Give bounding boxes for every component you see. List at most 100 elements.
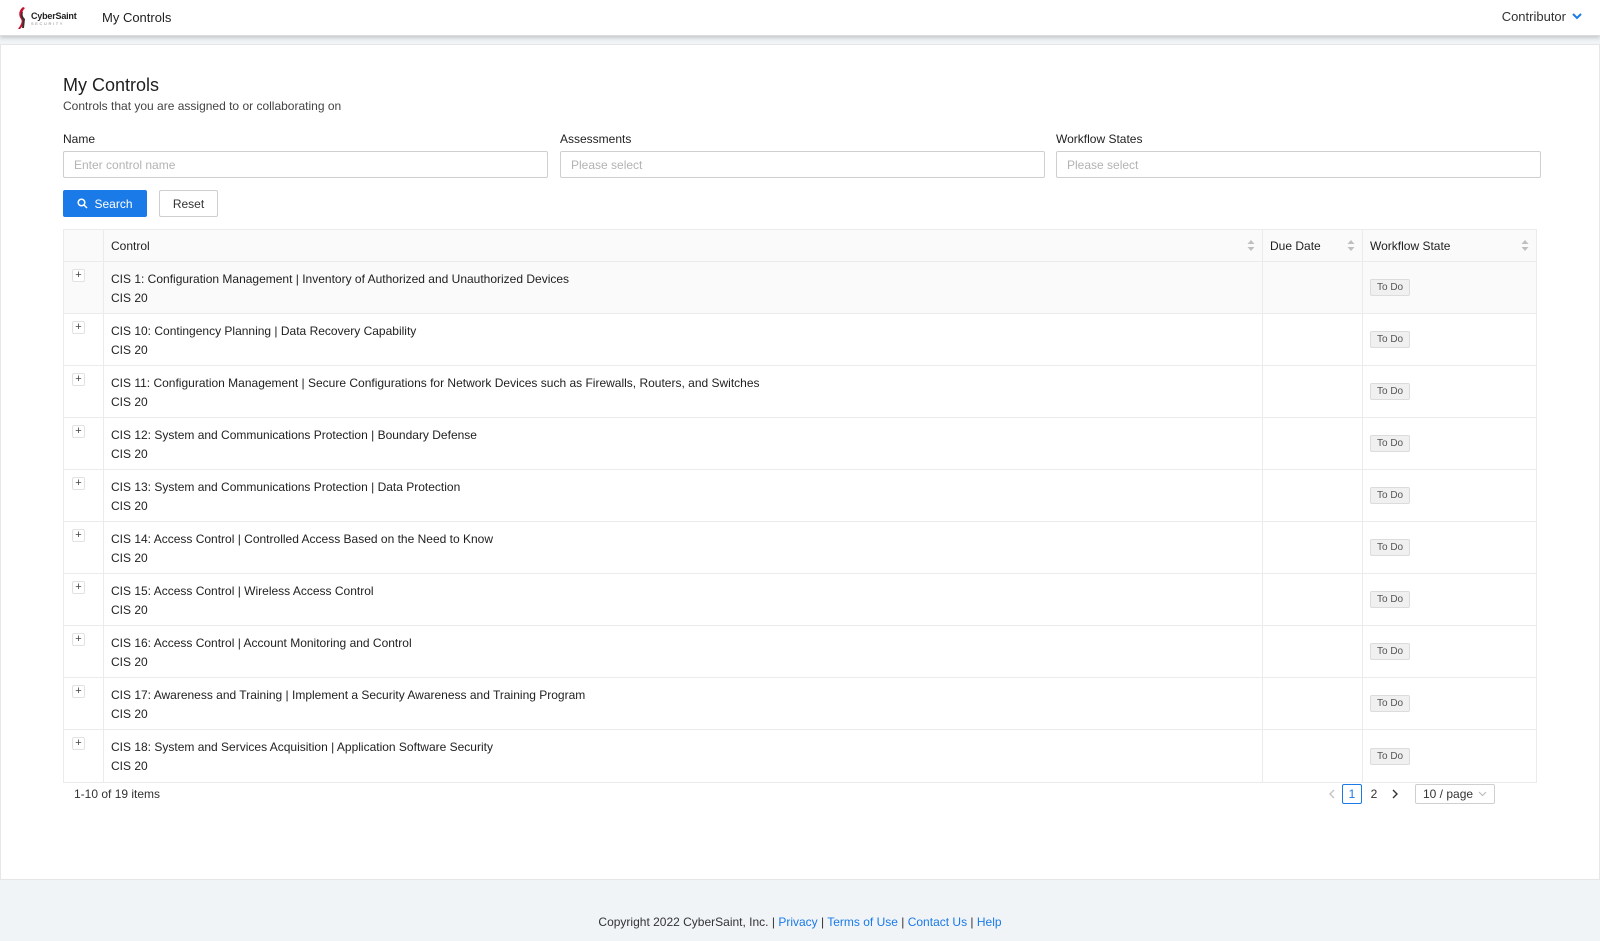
table-row[interactable]: + CIS 12: System and Communications Prote… xyxy=(64,418,1536,470)
expand-row-icon[interactable]: + xyxy=(72,425,85,438)
column-header-workflow-state[interactable]: Workflow State xyxy=(1363,230,1536,261)
due-date-cell xyxy=(1263,262,1363,313)
logo-subtext: SECURITY xyxy=(31,20,65,26)
control-cell: CIS 14: Access Control | Controlled Acce… xyxy=(104,522,1263,573)
expand-row-icon[interactable]: + xyxy=(72,581,85,594)
terms-of-use-link[interactable]: Terms of Use xyxy=(827,915,898,929)
control-framework: CIS 20 xyxy=(111,759,148,773)
workflow-states-select[interactable] xyxy=(1056,151,1541,178)
expand-row-icon[interactable]: + xyxy=(72,477,85,490)
workflow-state-cell: To Do xyxy=(1363,470,1536,521)
control-title[interactable]: CIS 17: Awareness and Training | Impleme… xyxy=(111,687,1255,703)
logo-name: CyberSaint xyxy=(31,10,77,21)
table-row[interactable]: + CIS 18: System and Services Acquisition… xyxy=(64,730,1536,782)
status-badge: To Do xyxy=(1370,695,1411,712)
page-number-1[interactable]: 1 xyxy=(1342,784,1362,804)
table-row[interactable]: + CIS 15: Access Control | Wireless Acces… xyxy=(64,574,1536,626)
due-date-cell xyxy=(1263,730,1363,782)
table-row[interactable]: + CIS 14: Access Control | Controlled Acc… xyxy=(64,522,1536,574)
workflow-state-cell: To Do xyxy=(1363,366,1536,417)
due-date-cell xyxy=(1263,574,1363,625)
app-title[interactable]: My Controls xyxy=(102,10,171,25)
table-body: + CIS 1: Configuration Management | Inven… xyxy=(64,262,1536,782)
controls-table: Control Due Date Workflow State + CIS 1: … xyxy=(63,229,1537,783)
copyright-text: Copyright 2022 CyberSaint, Inc. xyxy=(598,915,769,929)
workflow-state-cell: To Do xyxy=(1363,626,1536,677)
table-row[interactable]: + CIS 1: Configuration Management | Inven… xyxy=(64,262,1536,314)
control-framework: CIS 20 xyxy=(111,291,148,305)
user-role-menu[interactable]: Contributor xyxy=(1502,9,1582,24)
expand-row-icon[interactable]: + xyxy=(72,633,85,646)
table-row[interactable]: + CIS 16: Access Control | Account Monito… xyxy=(64,626,1536,678)
expand-cell: + xyxy=(64,522,104,573)
table-row[interactable]: + CIS 10: Contingency Planning | Data Rec… xyxy=(64,314,1536,366)
workflow-filter-label: Workflow States xyxy=(1056,132,1143,146)
expand-cell: + xyxy=(64,730,104,782)
control-framework: CIS 20 xyxy=(111,707,148,721)
reset-button[interactable]: Reset xyxy=(159,190,218,217)
next-page-icon[interactable] xyxy=(1385,784,1405,804)
control-cell: CIS 11: Configuration Management | Secur… xyxy=(104,366,1263,417)
expand-row-icon[interactable]: + xyxy=(72,685,85,698)
user-role-label: Contributor xyxy=(1501,9,1566,24)
expand-row-icon[interactable]: + xyxy=(72,321,85,334)
expand-cell: + xyxy=(64,262,104,313)
control-title[interactable]: CIS 15: Access Control | Wireless Access… xyxy=(111,583,1255,599)
table-row[interactable]: + CIS 17: Awareness and Training | Implem… xyxy=(64,678,1536,730)
search-button[interactable]: Search xyxy=(63,190,147,217)
control-title[interactable]: CIS 12: System and Communications Protec… xyxy=(111,427,1255,443)
pagination: 1 2 10 / page xyxy=(1321,784,1495,804)
main-panel: My Controls Controls that you are assign… xyxy=(0,44,1600,880)
workflow-state-cell: To Do xyxy=(1363,314,1536,365)
workflow-state-cell: To Do xyxy=(1363,262,1536,313)
control-framework: CIS 20 xyxy=(111,655,148,669)
logo-mark-icon xyxy=(18,7,25,29)
table-row[interactable]: + CIS 11: Configuration Management | Secu… xyxy=(64,366,1536,418)
top-navbar: CyberSaint SECURITY My Controls Contribu… xyxy=(0,0,1600,36)
control-cell: CIS 15: Access Control | Wireless Access… xyxy=(104,574,1263,625)
privacy-link[interactable]: Privacy xyxy=(778,915,817,929)
control-framework: CIS 20 xyxy=(111,603,148,617)
expand-row-icon[interactable]: + xyxy=(72,269,85,282)
expand-cell: + xyxy=(64,470,104,521)
prev-page-icon[interactable] xyxy=(1321,784,1341,804)
status-badge: To Do xyxy=(1370,383,1411,400)
control-title[interactable]: CIS 1: Configuration Management | Invent… xyxy=(111,271,1255,287)
page-number-2[interactable]: 2 xyxy=(1364,784,1384,804)
assessments-select[interactable] xyxy=(560,151,1045,178)
control-title[interactable]: CIS 16: Access Control | Account Monitor… xyxy=(111,635,1255,651)
control-title[interactable]: CIS 11: Configuration Management | Secur… xyxy=(111,375,1255,391)
page-size-select[interactable]: 10 / page xyxy=(1415,784,1495,804)
control-title[interactable]: CIS 14: Access Control | Controlled Acce… xyxy=(111,531,1255,547)
due-date-cell xyxy=(1263,522,1363,573)
expand-row-icon[interactable]: + xyxy=(72,529,85,542)
cybersaint-logo[interactable]: CyberSaint SECURITY xyxy=(16,5,80,31)
column-header-due-date[interactable]: Due Date xyxy=(1263,230,1363,261)
expand-row-icon[interactable]: + xyxy=(72,737,85,750)
sort-icon[interactable] xyxy=(1247,240,1255,251)
table-row[interactable]: + CIS 13: System and Communications Prote… xyxy=(64,470,1536,522)
control-cell: CIS 12: System and Communications Protec… xyxy=(104,418,1263,469)
help-link[interactable]: Help xyxy=(977,915,1002,929)
sort-icon[interactable] xyxy=(1347,240,1355,251)
page-title: My Controls xyxy=(63,75,160,95)
due-date-cell xyxy=(1263,418,1363,469)
control-name-input[interactable] xyxy=(63,151,548,178)
column-header-control[interactable]: Control xyxy=(104,230,1263,261)
expand-cell: + xyxy=(64,418,104,469)
control-title[interactable]: CIS 18: System and Services Acquisition … xyxy=(111,739,1255,755)
contact-us-link[interactable]: Contact Us xyxy=(908,915,967,929)
page-size-value: 10 / page xyxy=(1423,787,1474,801)
search-button-label: Search xyxy=(94,196,133,211)
control-title[interactable]: CIS 10: Contingency Planning | Data Reco… xyxy=(111,323,1255,339)
sort-icon[interactable] xyxy=(1521,240,1529,251)
status-badge: To Do xyxy=(1370,643,1411,660)
due-date-cell xyxy=(1263,470,1363,521)
due-date-cell xyxy=(1263,678,1363,729)
control-title[interactable]: CIS 13: System and Communications Protec… xyxy=(111,479,1255,495)
control-framework: CIS 20 xyxy=(111,551,148,565)
footer: Copyright 2022 CyberSaint, Inc. | Privac… xyxy=(598,915,1002,929)
control-cell: CIS 10: Contingency Planning | Data Reco… xyxy=(104,314,1263,365)
reset-button-label: Reset xyxy=(172,196,205,211)
expand-row-icon[interactable]: + xyxy=(72,373,85,386)
